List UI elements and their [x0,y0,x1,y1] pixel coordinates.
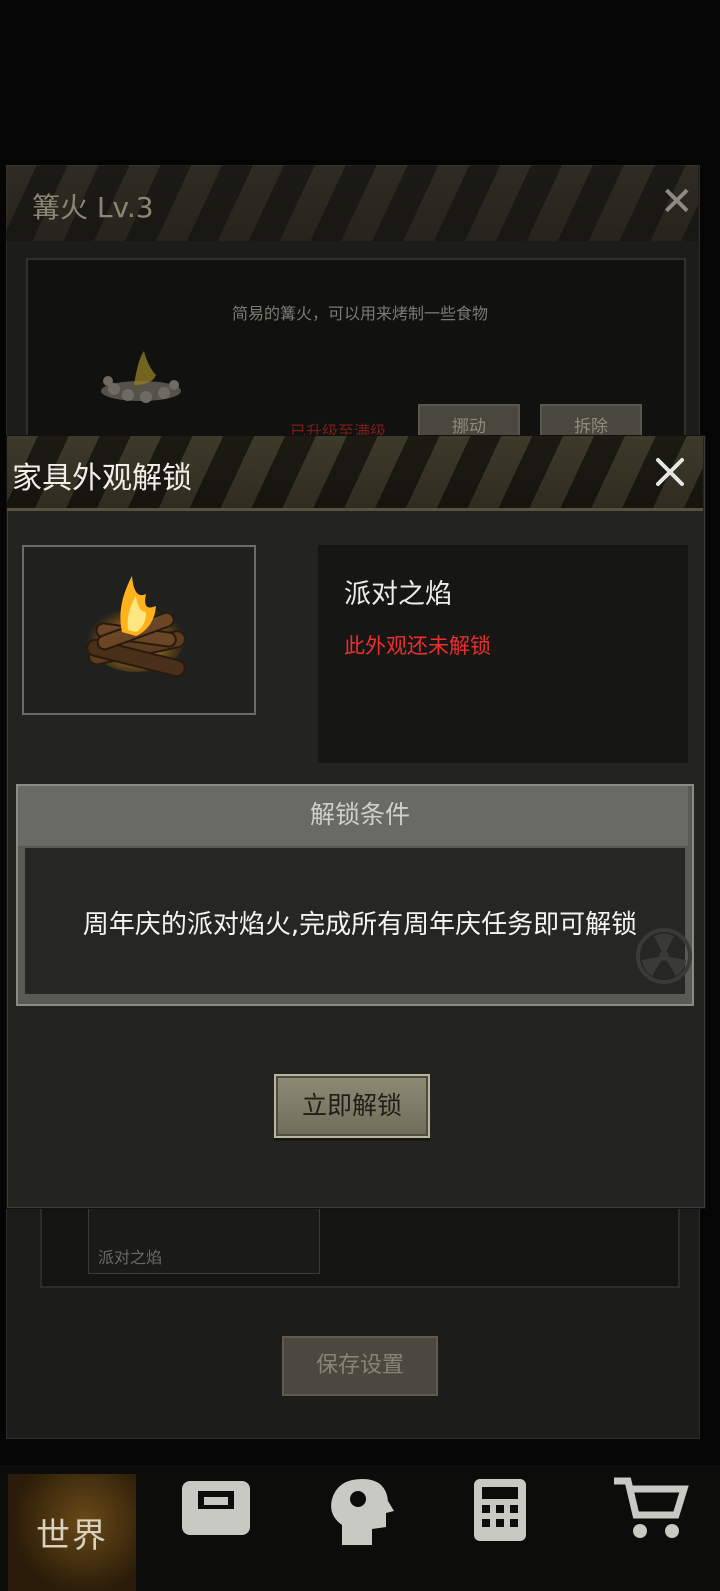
radiation-watermark-icon [636,928,692,984]
skin-card-label: 派对之焰 [98,1248,163,1267]
head-gear-icon[interactable] [322,1475,402,1545]
bonfire-description: 简易的篝火，可以用来烤制一些食物 [231,304,488,323]
backpack-icon[interactable] [176,1475,256,1545]
small-campfire-icon [101,351,181,403]
unlock-now-button[interactable]: 立即解锁 [274,1074,430,1138]
bonfire-panel-title: 篝火 Lv.3 [32,191,154,224]
unlock-condition-title: 解锁条件 [309,800,410,829]
close-icon[interactable] [650,452,690,492]
lock-status-text: 此外观还未解锁 [344,634,491,658]
modal-title: 家具外观解锁 [12,461,192,496]
nav-world-label: 世界 [36,1516,108,1556]
unlock-condition-text: 周年庆的派对焰火,完成所有周年庆任务即可解锁 [82,910,638,940]
cart-icon[interactable] [610,1475,690,1545]
party-flame-campfire-icon [86,576,187,678]
skin-name: 派对之焰 [344,579,452,610]
modal-header-divider [7,508,703,511]
calculator-icon[interactable] [470,1475,550,1545]
save-settings-button[interactable]: 保存设置 [282,1336,438,1396]
bonfire-close-icon[interactable]: ✕ [660,182,694,222]
